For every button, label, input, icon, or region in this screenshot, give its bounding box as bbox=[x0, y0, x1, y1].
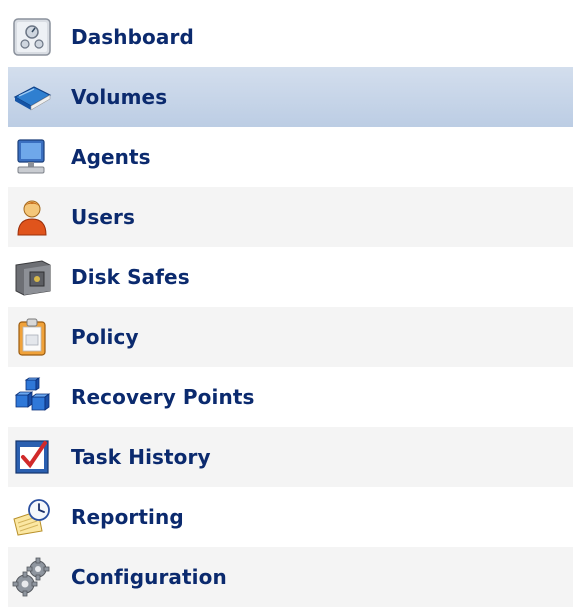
nav-label-users: Users bbox=[71, 205, 135, 229]
configuration-gears-icon bbox=[12, 557, 52, 597]
nav-label-disk-safes: Disk Safes bbox=[71, 265, 190, 289]
nav-item-configuration[interactable]: Configuration bbox=[8, 547, 573, 607]
volumes-book-icon bbox=[12, 77, 52, 117]
users-person-icon bbox=[12, 197, 52, 237]
nav-item-dashboard[interactable]: Dashboard bbox=[8, 7, 573, 67]
nav-label-task-history: Task History bbox=[71, 445, 211, 469]
task-history-checkbox-icon bbox=[12, 437, 52, 477]
nav-item-disk-safes[interactable]: Disk Safes bbox=[8, 247, 573, 307]
nav-item-agents[interactable]: Agents bbox=[8, 127, 573, 187]
disk-safe-icon bbox=[12, 257, 52, 297]
nav-label-reporting: Reporting bbox=[71, 505, 184, 529]
nav-item-recovery-points[interactable]: Recovery Points bbox=[8, 367, 573, 427]
nav-label-dashboard: Dashboard bbox=[71, 25, 194, 49]
nav-label-volumes: Volumes bbox=[71, 85, 168, 109]
nav-item-volumes[interactable]: Volumes bbox=[8, 67, 573, 127]
nav-item-task-history[interactable]: Task History bbox=[8, 427, 573, 487]
nav-item-policy[interactable]: Policy bbox=[8, 307, 573, 367]
reporting-clock-icon bbox=[12, 497, 52, 537]
nav-label-agents: Agents bbox=[71, 145, 151, 169]
policy-clipboard-icon bbox=[12, 317, 52, 357]
nav-label-recovery-points: Recovery Points bbox=[71, 385, 255, 409]
nav-label-configuration: Configuration bbox=[71, 565, 227, 589]
nav-item-users[interactable]: Users bbox=[8, 187, 573, 247]
recovery-points-cubes-icon bbox=[12, 377, 52, 417]
agents-computer-icon bbox=[12, 137, 52, 177]
nav-item-reporting[interactable]: Reporting bbox=[8, 487, 573, 547]
navigation-menu: Dashboard Volumes Agents Users Disk Safe… bbox=[8, 7, 573, 607]
nav-label-policy: Policy bbox=[71, 325, 139, 349]
dashboard-icon bbox=[12, 17, 52, 57]
